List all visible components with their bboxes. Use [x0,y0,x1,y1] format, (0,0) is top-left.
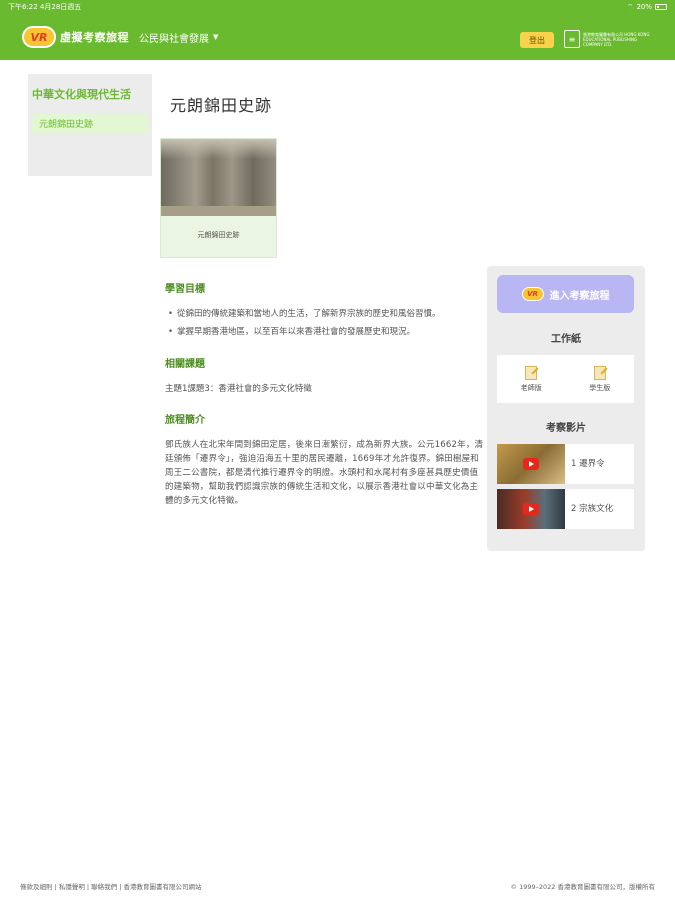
videos-heading: 考察影片 [546,423,586,434]
document-edit-icon [525,365,538,380]
battery-icon [655,4,667,10]
video-thumbnail [497,489,565,529]
video-item[interactable]: 2 宗族文化 [497,489,634,529]
objective-item: 掌握早期香港地區，以至百年以來香港社會的發展歷史和現況。 [165,325,485,339]
vr-logo-icon: VR [22,26,56,48]
publisher-icon: ≡ [564,30,580,48]
publisher-logo[interactable]: ≡ 香港教育圖書有限公司 HONG KONG EDUCATIONAL PUBLI… [564,30,655,48]
document-edit-icon [593,365,606,380]
enter-trip-label: 進入考察旅程 [549,290,610,302]
objectives-heading: 學習目標 [165,284,205,295]
sidebar: 中華文化與現代生活 元朗錦田史跡 [28,74,152,176]
footer: 條款及細則 | 私隱聲明 | 聯絡我們 | 香港教育圖書有限公司網站 © 199… [0,881,675,893]
related-topics-heading: 相關課題 [165,359,205,370]
worksheet-label: 老師版 [520,383,542,392]
video-title: 2 宗族文化 [571,503,614,514]
video-item[interactable]: 1 遷界令 [497,444,634,484]
chevron-down-icon: ▼ [213,33,219,41]
publisher-name: 香港教育圖書有限公司 HONG KONG EDUCATIONAL PUBLISH… [583,31,650,47]
main-content: 學習目標 從錦田的傳統建築和當地人的生活，了解新界宗族的歷史和風俗習慣。 掌握早… [165,280,485,508]
site-logo[interactable]: VR 虛擬考察旅程 [22,26,129,48]
objectives-list: 從錦田的傳統建築和當地人的生活，了解新界宗族的歷史和風俗習慣。 掌握早期香港地區… [165,307,485,339]
site-thumbnail-card[interactable]: 元朗錦田史跡 [160,138,277,258]
related-topic: 主題1課題3：香港社會的多元文化特徵 [165,384,312,394]
objective-item: 從錦田的傳統建築和當地人的生活，了解新界宗族的歷史和風俗習慣。 [165,307,485,321]
logout-button[interactable]: 登出 [520,32,554,48]
subject-dropdown-label: 公民與社會發展 [139,33,209,45]
vr-icon: VR [521,287,544,301]
trip-intro-text: 鄧氏族人在北宋年間到錦田定居，後來日漸繁衍，成為新界大族。公元1662年，清廷頒… [165,440,484,506]
footer-links[interactable]: 條款及細則 | 私隱聲明 | 聯絡我們 | 香港教育圖書有限公司網站 [20,881,201,893]
copyright-text: © 1999–2022 香港教育圖書有限公司，版權所有 [510,883,655,891]
trip-intro-heading: 旅程簡介 [165,415,205,426]
status-bar: 下午6:22 4月28日週五 ⌔ 20% [0,0,675,14]
video-thumbnail [497,444,565,484]
play-icon [523,503,539,515]
worksheets-box: 老師版 學生版 [497,355,634,403]
banyan-tree-image [161,139,276,216]
status-time-date: 下午6:22 4月28日週五 [8,3,82,11]
play-icon [523,458,539,470]
enter-trip-button[interactable]: VR 進入考察旅程 [497,275,634,313]
battery-percent: 20% [636,3,652,11]
page-title: 元朗錦田史跡 [170,96,273,115]
worksheet-label: 學生版 [589,383,611,392]
thumbnail-label: 元朗錦田史跡 [197,231,240,239]
subject-dropdown[interactable]: 公民與社會發展 ▼ [139,30,218,45]
worksheet-student[interactable]: 學生版 [589,365,611,393]
top-navbar: VR 虛擬考察旅程 公民與社會發展 ▼ 登出 ≡ 香港教育圖書有限公司 HONG… [0,14,675,60]
sidebar-title: 中華文化與現代生活 [32,88,131,101]
worksheet-teacher[interactable]: 老師版 [520,365,542,393]
sidebar-item-kam-tin[interactable]: 元朗錦田史跡 [32,114,148,133]
video-title: 1 遷界令 [571,458,605,469]
wifi-icon: ⌔ [626,2,634,11]
logo-text: 虛擬考察旅程 [60,31,129,44]
worksheets-heading: 工作紙 [551,334,581,345]
right-panel: VR 進入考察旅程 工作紙 老師版 學生版 考察影片 1 遷界令 2 宗族文化 [487,266,645,551]
